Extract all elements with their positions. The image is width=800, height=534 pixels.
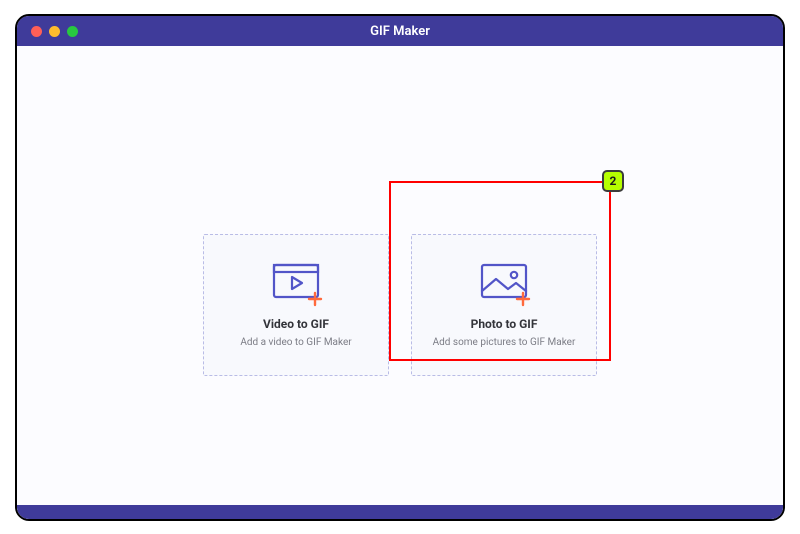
video-to-gif-card[interactable]: Video to GIF Add a video to GIF Maker [203, 234, 389, 376]
close-window-button[interactable] [31, 26, 42, 37]
maximize-window-button[interactable] [67, 26, 78, 37]
minimize-window-button[interactable] [49, 26, 60, 37]
annotation-badge-text: 2 [610, 174, 617, 188]
photo-card-subtitle: Add some pictures to GIF Maker [433, 337, 576, 348]
card-row: Video to GIF Add a video to GIF Maker Ph… [17, 234, 783, 376]
video-plus-icon [268, 263, 324, 307]
photo-plus-icon [476, 263, 532, 307]
video-card-title: Video to GIF [263, 317, 329, 331]
window-title: GIF Maker [17, 24, 783, 39]
video-card-subtitle: Add a video to GIF Maker [240, 337, 351, 348]
annotation-badge: 2 [602, 170, 624, 192]
photo-to-gif-card[interactable]: Photo to GIF Add some pictures to GIF Ma… [411, 234, 597, 376]
traffic-lights [31, 26, 78, 37]
footer-bar [17, 505, 783, 519]
photo-card-title: Photo to GIF [471, 317, 538, 331]
titlebar: GIF Maker [17, 16, 783, 46]
content-area: Video to GIF Add a video to GIF Maker Ph… [17, 46, 783, 519]
app-window: GIF Maker Video to GIF Add a video to GI… [15, 14, 785, 521]
